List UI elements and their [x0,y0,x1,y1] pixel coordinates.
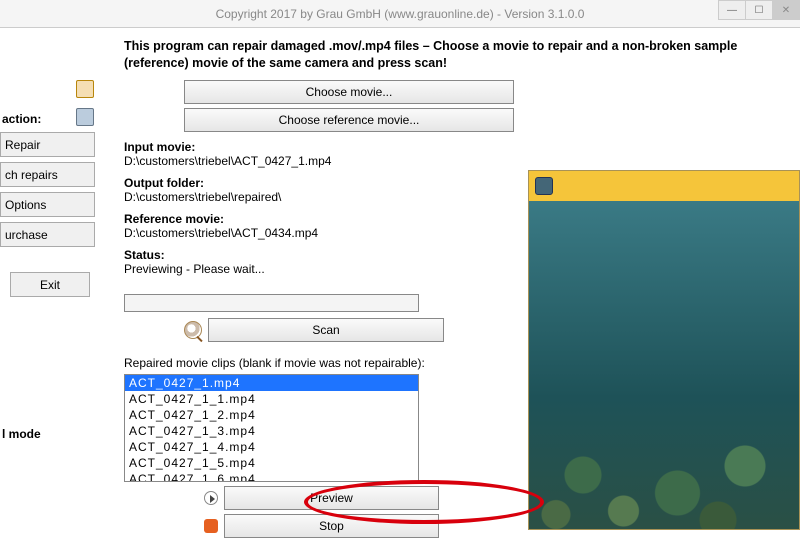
close-button[interactable]: ✕ [772,0,800,20]
folder-icon [76,80,94,98]
repaired-list[interactable]: ACT_0427_1.mp4ACT_0427_1_1.mp4ACT_0427_1… [124,374,419,482]
sidebar: action: Repair ch repairs Options urchas… [0,28,100,531]
batch-repairs-button[interactable]: ch repairs [0,162,95,187]
minimize-button[interactable]: — [718,0,746,20]
stop-button[interactable]: Stop [224,514,439,538]
input-movie-value: D:\customers\triebel\ACT_0427_1.mp4 [124,154,786,168]
preview-video-frame [529,201,799,529]
magnifier-icon [184,321,202,339]
progress-bar [124,294,419,312]
list-item[interactable]: ACT_0427_1_3.mp4 [125,423,418,439]
mode-label: l mode [0,427,100,441]
list-item[interactable]: ACT_0427_1_4.mp4 [125,439,418,455]
choose-reference-button[interactable]: Choose reference movie... [184,108,514,132]
list-item[interactable]: ACT_0427_1_6.mp4 [125,471,418,482]
preview-button[interactable]: Preview [224,486,439,510]
play-icon [204,491,218,505]
preview-window[interactable] [528,170,800,530]
input-movie-label: Input movie: [124,140,786,154]
folder-icon [76,108,94,126]
preview-window-titlebar[interactable] [529,171,799,201]
purchase-button[interactable]: urchase [0,222,95,247]
titlebar: Copyright 2017 by Grau GmbH (www.grauonl… [0,0,800,28]
maximize-button[interactable]: ☐ [745,0,773,20]
list-item[interactable]: ACT_0427_1_1.mp4 [125,391,418,407]
list-item[interactable]: ACT_0427_1_5.mp4 [125,455,418,471]
list-item[interactable]: ACT_0427_1_2.mp4 [125,407,418,423]
scan-button[interactable]: Scan [208,318,444,342]
options-button[interactable]: Options [0,192,95,217]
preview-window-icon [535,177,553,195]
repair-button[interactable]: Repair [0,132,95,157]
exit-button[interactable]: Exit [10,272,90,297]
intro-text: This program can repair damaged .mov/.mp… [124,38,786,72]
choose-movie-button[interactable]: Choose movie... [184,80,514,104]
title-text: Copyright 2017 by Grau GmbH (www.grauonl… [216,7,585,21]
list-item[interactable]: ACT_0427_1.mp4 [125,375,418,391]
